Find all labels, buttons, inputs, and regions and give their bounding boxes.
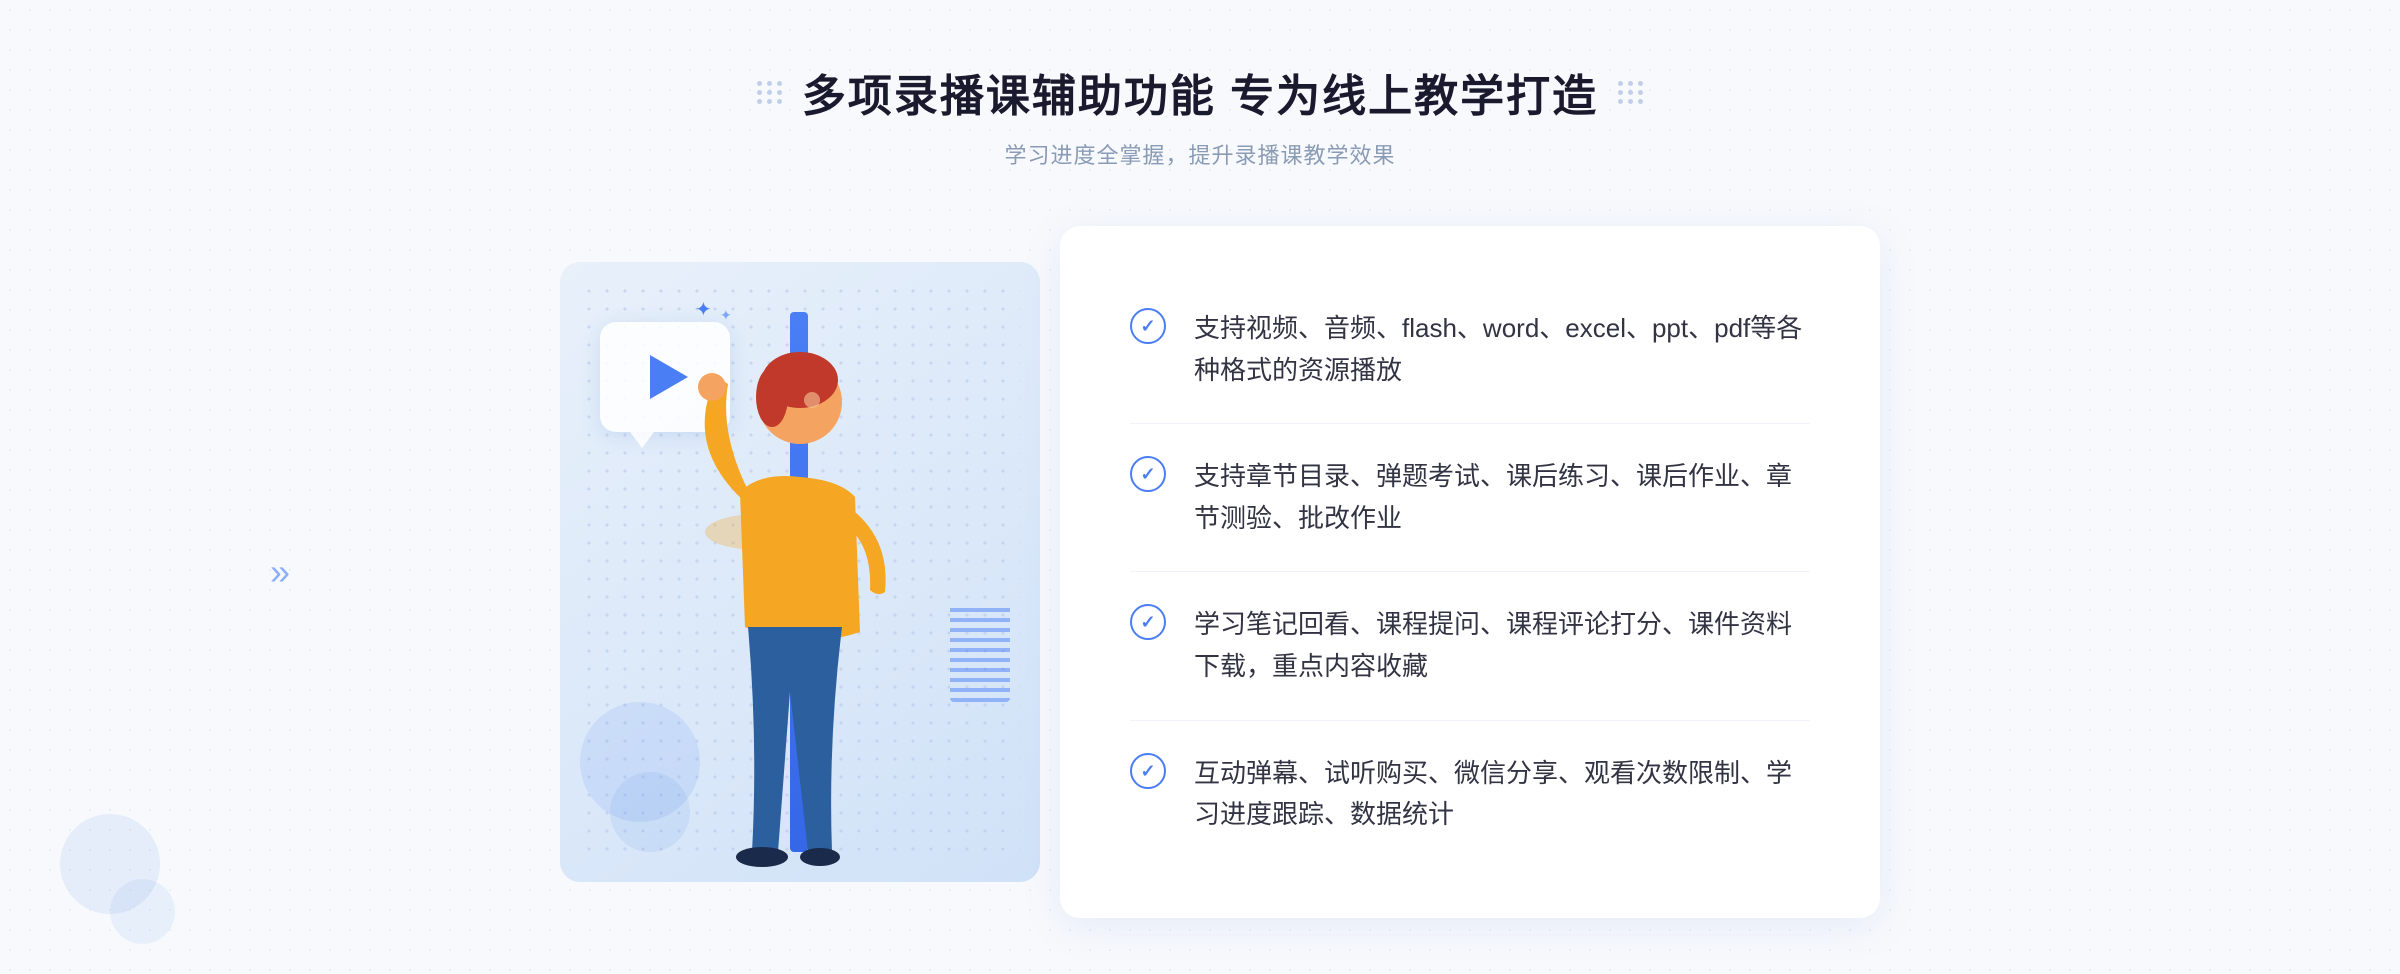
feature-item-4: ✓ 互动弹幕、试听购买、微信分享、观看次数限制、学习进度跟踪、数据统计 — [1130, 721, 1810, 868]
feature-item-1: ✓ 支持视频、音频、flash、word、excel、ppt、pdf等各种格式的… — [1130, 276, 1810, 424]
check-icon-4: ✓ — [1130, 753, 1166, 789]
header: 多项录播课辅助功能 专为线上教学打造 学习进度全 — [757, 60, 1643, 170]
deco-stripes — [950, 602, 1010, 702]
feature-text-2: 支持章节目录、弹题考试、课后练习、课后作业、章节测验、批改作业 — [1194, 456, 1810, 539]
feature-text-3: 学习笔记回看、课程提问、课程评论打分、课件资料下载，重点内容收藏 — [1194, 604, 1810, 687]
left-decorative-dots — [757, 81, 782, 104]
right-decorative-dots — [1618, 81, 1643, 104]
left-chevrons-icon: » — [270, 551, 290, 593]
page-deco-circle-2 — [110, 879, 175, 944]
human-figure-illustration — [600, 312, 940, 912]
checkmark-1: ✓ — [1140, 317, 1155, 335]
check-icon-3: ✓ — [1130, 604, 1166, 640]
title-wrapper: 多项录播课辅助功能 专为线上教学打造 — [757, 60, 1643, 124]
check-icon-1: ✓ — [1130, 308, 1166, 344]
checkmark-2: ✓ — [1140, 465, 1155, 483]
sparkle-icon-2: ✦ — [720, 307, 732, 324]
page-subtitle: 学习进度全掌握，提升录播课教学效果 — [757, 138, 1643, 170]
feature-item-3: ✓ 学习笔记回看、课程提问、课程评论打分、课件资料下载，重点内容收藏 — [1130, 572, 1810, 720]
checkmark-3: ✓ — [1140, 613, 1155, 631]
illustration-wrapper: ✦ ✦ — [520, 232, 1080, 912]
page-container: 多项录播课辅助功能 专为线上教学打造 学习进度全 — [0, 0, 2400, 974]
feature-text-1: 支持视频、音频、flash、word、excel、ppt、pdf等各种格式的资源… — [1194, 308, 1810, 391]
content-area: » ✦ ✦ — [300, 226, 2100, 918]
check-icon-2: ✓ — [1130, 456, 1166, 492]
feature-text-4: 互动弹幕、试听购买、微信分享、观看次数限制、学习进度跟踪、数据统计 — [1194, 753, 1810, 836]
sparkle-icon-1: ✦ — [695, 297, 712, 322]
features-card: ✓ 支持视频、音频、flash、word、excel、ppt、pdf等各种格式的… — [1060, 226, 1880, 918]
feature-item-2: ✓ 支持章节目录、弹题考试、课后练习、课后作业、章节测验、批改作业 — [1130, 424, 1810, 572]
checkmark-4: ✓ — [1140, 762, 1155, 780]
page-title: 多项录播课辅助功能 专为线上教学打造 — [802, 60, 1598, 124]
